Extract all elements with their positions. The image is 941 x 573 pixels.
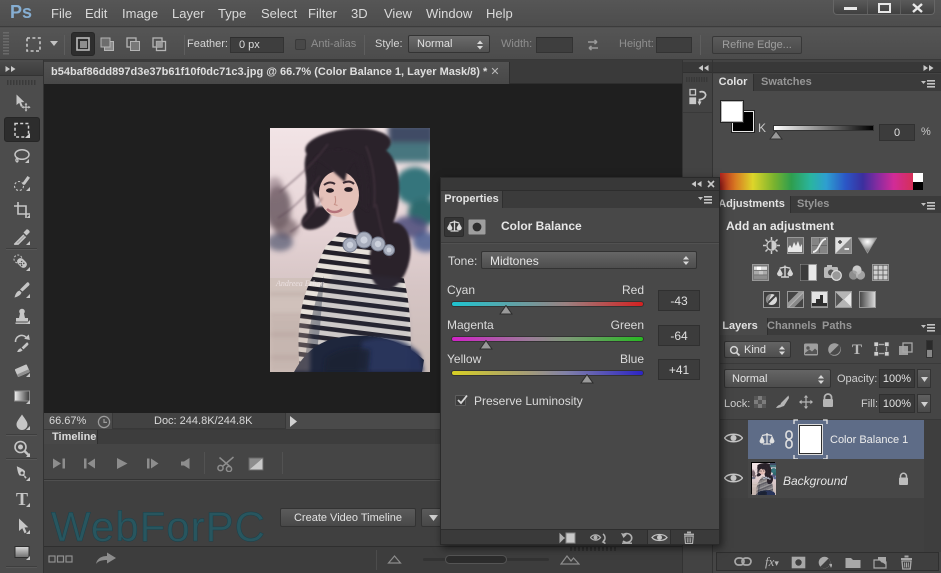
svg-text:T: T [852,342,862,356]
svg-text:T: T [16,490,28,508]
svg-text:▾: ▾ [829,561,832,569]
